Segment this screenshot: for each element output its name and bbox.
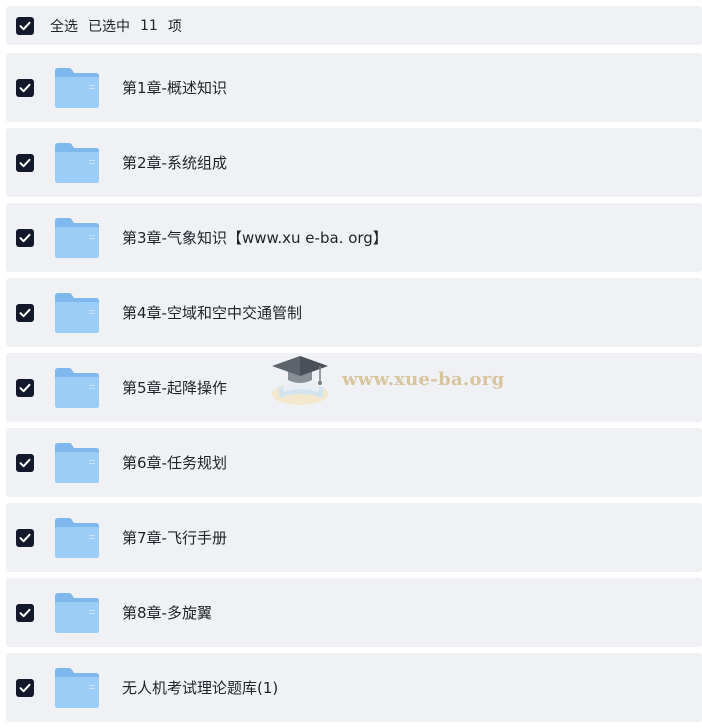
item-checkbox[interactable]	[16, 228, 34, 247]
list-item[interactable]: 第7章-飞行手册	[6, 503, 702, 572]
select-all-bar: 全选 已选中 11 项	[6, 6, 702, 45]
folder-icon	[55, 67, 99, 108]
checkmark-icon	[19, 533, 31, 542]
item-checkbox[interactable]	[16, 303, 34, 322]
select-all-checkbox[interactable]	[16, 16, 34, 35]
folder-icon	[55, 592, 99, 633]
item-checkbox[interactable]	[16, 528, 34, 547]
item-label: 第8章-多旋翼	[122, 604, 212, 622]
checkmark-icon	[19, 83, 31, 92]
item-label: 第2章-系统组成	[122, 154, 227, 172]
checkmark-icon	[19, 158, 31, 167]
item-label: 第6章-任务规划	[122, 454, 227, 472]
folder-icon	[55, 667, 99, 708]
folder-list: 第1章-概述知识 第2章-系统组成 第3章-气象知识【www.xu e-ba. …	[6, 53, 702, 728]
item-checkbox[interactable]	[16, 453, 34, 472]
list-item[interactable]: 第6章-任务规划	[6, 428, 702, 497]
list-item[interactable]: 第3章-气象知识【www.xu e-ba. org】	[6, 203, 702, 272]
item-label: 无人机考试理论题库(1)	[122, 679, 279, 697]
folder-icon	[55, 367, 99, 408]
item-label: 第7章-飞行手册	[122, 529, 227, 547]
folder-icon	[55, 517, 99, 558]
folder-icon	[55, 217, 99, 258]
checkmark-icon	[19, 233, 31, 242]
item-checkbox[interactable]	[16, 378, 34, 397]
list-item[interactable]: 第5章-起降操作	[6, 353, 702, 422]
checkmark-icon	[19, 683, 31, 692]
item-checkbox[interactable]	[16, 678, 34, 697]
selected-count: 11	[140, 17, 158, 34]
checkmark-icon	[19, 608, 31, 617]
folder-icon	[55, 292, 99, 333]
folder-icon	[55, 442, 99, 483]
item-label: 第5章-起降操作	[122, 379, 227, 397]
item-label: 第3章-气象知识【www.xu e-ba. org】	[122, 229, 388, 247]
select-all-label[interactable]: 全选	[50, 16, 78, 36]
item-checkbox[interactable]	[16, 153, 34, 172]
selected-unit: 项	[167, 18, 182, 35]
folder-icon	[55, 142, 99, 183]
item-label: 第1章-概述知识	[122, 79, 227, 97]
item-checkbox[interactable]	[16, 78, 34, 97]
list-item[interactable]: 第8章-多旋翼	[6, 578, 702, 647]
selection-summary: 全选 已选中 11 项	[50, 16, 182, 36]
list-item[interactable]: 第2章-系统组成	[6, 128, 702, 197]
checkmark-icon	[19, 383, 31, 392]
list-item[interactable]: 第4章-空域和空中交通管制	[6, 278, 702, 347]
item-label: 第4章-空域和空中交通管制	[122, 304, 302, 322]
checkmark-icon	[19, 458, 31, 467]
list-item[interactable]: 无人机考试理论题库(1)	[6, 653, 702, 722]
checkmark-icon	[19, 308, 31, 317]
selected-prefix: 已选中	[88, 18, 130, 35]
checkmark-icon	[19, 21, 31, 30]
list-item[interactable]: 第1章-概述知识	[6, 53, 702, 122]
item-checkbox[interactable]	[16, 603, 34, 622]
